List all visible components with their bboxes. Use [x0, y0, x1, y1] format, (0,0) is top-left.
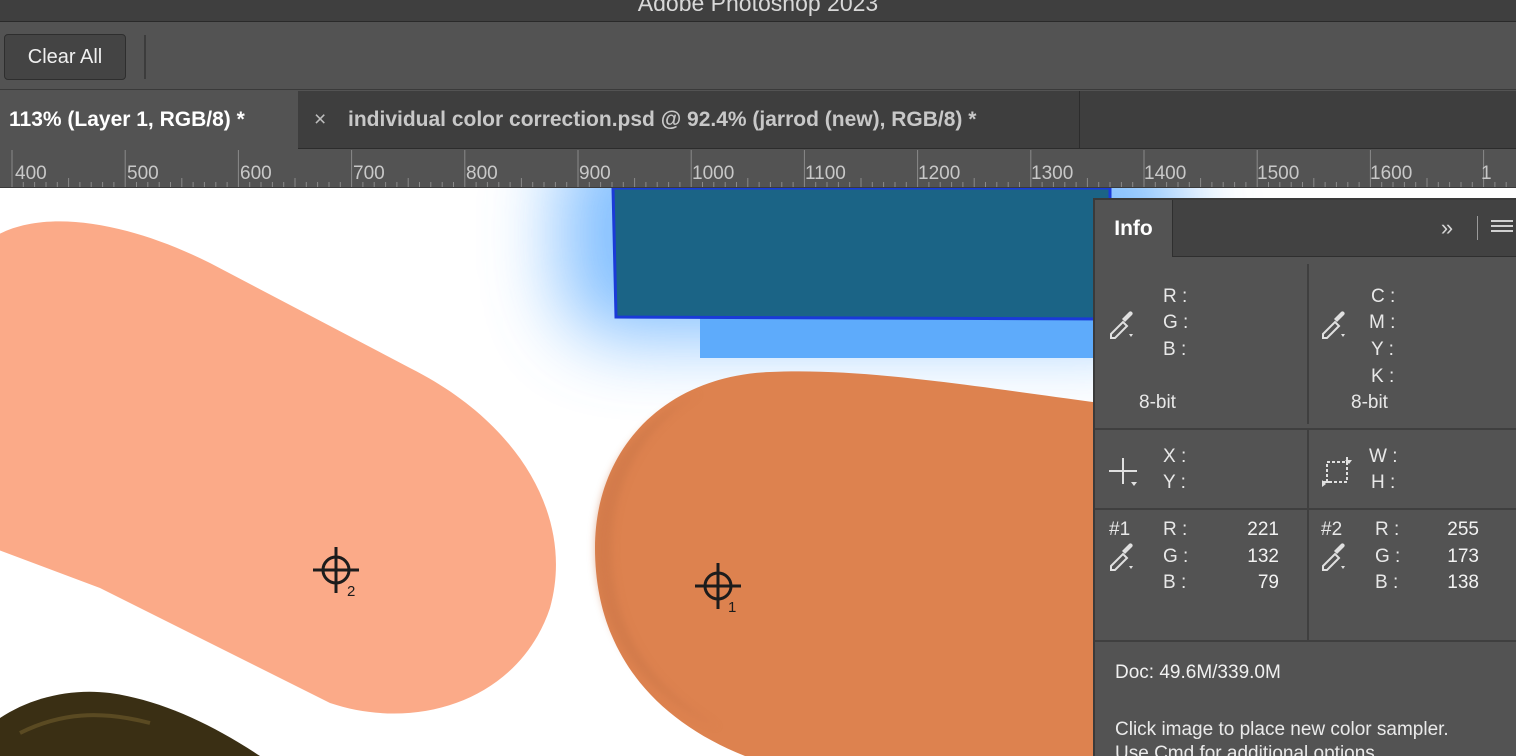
- panel-divider: [1095, 428, 1516, 430]
- ruler-label: 400: [15, 163, 47, 184]
- ruler-label: 800: [466, 163, 498, 184]
- sampler-2-value-b: 138: [1447, 572, 1479, 593]
- bit-depth-right[interactable]: 8-bit: [1351, 392, 1388, 414]
- sampler-number: 2: [347, 583, 355, 600]
- cmyk-label-c: C :: [1371, 286, 1396, 307]
- sampler-2-label-r: R :: [1375, 519, 1400, 540]
- crosshair-icon[interactable]: [1109, 456, 1141, 488]
- sampler-1-value-g: 132: [1247, 546, 1279, 567]
- sampler-1-label-r: R :: [1163, 519, 1188, 540]
- panel-tab-separator: [1477, 216, 1478, 240]
- close-icon[interactable]: ×: [314, 91, 334, 149]
- ruler-label: 600: [240, 163, 272, 184]
- ruler-label: 500: [127, 163, 159, 184]
- sampler-1-id: #1: [1109, 519, 1131, 540]
- panel-divider: [1095, 508, 1516, 510]
- panel-divider: [1307, 430, 1309, 508]
- tab-individual-color-correction[interactable]: × individual color correction.psd @ 92.4%…: [298, 91, 1080, 149]
- panel-divider: [1307, 264, 1309, 424]
- sampler-1-value-r: 221: [1247, 519, 1279, 540]
- options-bar: Clear All: [0, 23, 1516, 90]
- sampler-2-id: #2: [1321, 519, 1343, 540]
- eyedropper-icon[interactable]: [1107, 308, 1137, 340]
- panel-divider: [1095, 640, 1516, 642]
- ruler-svg: 400 500 600 700 800 900 1000 1100 1200 1…: [11, 150, 1507, 187]
- panel-tab-bar: Info »: [1095, 200, 1516, 257]
- options-divider: [144, 35, 146, 79]
- ruler-label: 1: [1481, 163, 1492, 184]
- tab-info[interactable]: Info: [1095, 200, 1173, 257]
- ruler-label: 700: [353, 163, 385, 184]
- ruler-label: 1500: [1257, 163, 1299, 184]
- rgb-label-g: G :: [1163, 312, 1189, 333]
- ruler-label: 900: [579, 163, 611, 184]
- cmyk-label-k: K :: [1371, 366, 1395, 387]
- eyedropper-icon[interactable]: [1107, 540, 1137, 572]
- bit-depth-left[interactable]: 8-bit: [1139, 392, 1176, 414]
- status-hint: Click image to place new color sampler. …: [1115, 718, 1449, 756]
- light-orange-shape: [0, 221, 556, 714]
- cmyk-label-y: Y :: [1371, 339, 1394, 360]
- document-size-readout: Doc: 49.6M/339.0M: [1115, 662, 1281, 683]
- ruler-label: 1000: [692, 163, 734, 184]
- document-tab-bar: 113% (Layer 1, RGB/8) * × individual colo…: [0, 91, 1516, 149]
- xy-label-y: Y :: [1163, 472, 1186, 493]
- tab-label: individual color correction.psd @ 92.4% …: [348, 108, 977, 131]
- ruler-label: 1100: [805, 163, 846, 184]
- clear-all-button[interactable]: Clear All: [4, 34, 126, 80]
- sampler-2-value-g: 173: [1447, 546, 1479, 567]
- eyedropper-icon[interactable]: [1319, 540, 1349, 572]
- sampler-2-value-r: 255: [1447, 519, 1479, 540]
- ruler-label: 1200: [918, 163, 960, 184]
- hint-line-2: Use Cmd for additional options.: [1115, 743, 1381, 756]
- horizontal-ruler[interactable]: 400 500 600 700 800 900 1000 1100 1200 1…: [0, 150, 1516, 188]
- rgb-label-r: R :: [1163, 286, 1188, 307]
- tab-layer-1[interactable]: 113% (Layer 1, RGB/8) *: [0, 91, 298, 149]
- sampler-2-label-g: G :: [1375, 546, 1401, 567]
- wh-label-h: H :: [1371, 472, 1396, 493]
- collapse-panel-icon[interactable]: »: [1435, 214, 1459, 242]
- hint-line-1: Click image to place new color sampler.: [1115, 719, 1449, 740]
- tab-label: 113% (Layer 1, RGB/8) *: [9, 108, 245, 131]
- sampler-1-label-b: B :: [1163, 572, 1187, 593]
- title-bar: Adobe Photoshop 2023: [0, 0, 1516, 22]
- ruler-label: 1300: [1031, 163, 1073, 184]
- sampler-1-value-b: 79: [1257, 572, 1279, 593]
- eyedropper-icon[interactable]: [1319, 308, 1349, 340]
- sampler-number: 1: [728, 599, 736, 616]
- ruler-label: 1400: [1144, 163, 1186, 184]
- wh-label-w: W :: [1369, 446, 1398, 467]
- panel-menu-icon[interactable]: [1491, 220, 1513, 236]
- xy-label-x: X :: [1163, 446, 1187, 467]
- ruler-label: 1600: [1370, 163, 1412, 184]
- sampler-2-label-b: B :: [1375, 572, 1399, 593]
- info-panel: Info » R : G : B : 8-bit C : M : Y : K :…: [1093, 198, 1516, 756]
- sampler-1-label-g: G :: [1163, 546, 1189, 567]
- teal-rectangle: [611, 188, 1112, 321]
- selection-size-icon: [1322, 457, 1352, 487]
- cmyk-label-m: M :: [1369, 312, 1396, 333]
- app-title: Adobe Photoshop 2023: [637, 0, 879, 16]
- panel-divider: [1307, 510, 1309, 640]
- rgb-label-b: B :: [1163, 339, 1187, 360]
